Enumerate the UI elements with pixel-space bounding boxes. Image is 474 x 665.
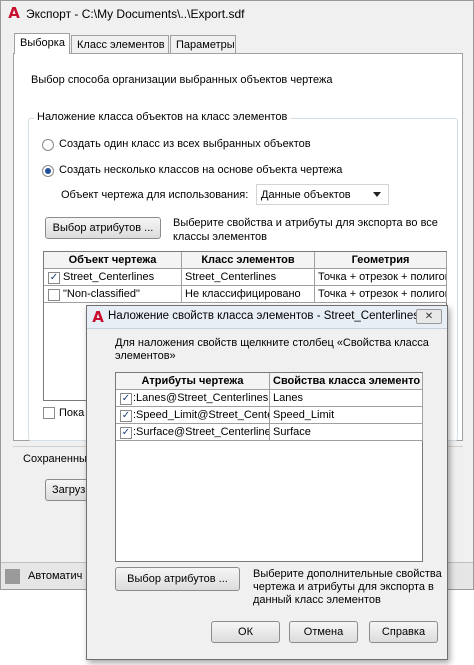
cancel-button[interactable]: Отмена	[289, 621, 358, 643]
ok-button[interactable]: ОК	[211, 621, 280, 643]
intro-text: Выбор способа организации выбранных объе…	[31, 74, 333, 86]
show-checkbox-label: Пока	[59, 407, 85, 419]
saved-settings-label: Сохраненны	[23, 453, 87, 465]
row-class-cell[interactable]: Street_Centerlines	[182, 269, 315, 286]
tab-selection[interactable]: Выборка	[14, 33, 70, 54]
close-icon[interactable]: ✕	[416, 309, 442, 324]
status-square-icon	[5, 569, 20, 584]
dialog-instruction: Для наложения свойств щелкните столбец «…	[115, 337, 429, 362]
tab-options[interactable]: Параметры	[170, 35, 236, 54]
window-title: Экспорт - C:\My Documents\..\Export.sdf	[26, 7, 245, 21]
help-button[interactable]: Справка	[369, 621, 438, 643]
col-header-properties[interactable]: Свойства класса элементо	[270, 373, 423, 390]
row-checkbox[interactable]: ✓	[120, 427, 132, 439]
table-row[interactable]: :Speed_Limit@Street_Center ✓ Speed_Limit	[116, 407, 423, 424]
table-row[interactable]: "Non-classified" Не классифицировано Точ…	[44, 286, 447, 303]
select-attributes-button[interactable]: Выбор атрибутов ...	[115, 567, 240, 591]
drawing-object-label: Объект чертежа для использования:	[61, 189, 249, 201]
row-property-cell[interactable]: Surface	[270, 424, 423, 441]
mapping-group-title: Наложение класса объектов на класс элеме…	[34, 111, 291, 123]
select-attributes-hint: Выберите свойства и атрибуты для экспорт…	[173, 217, 438, 243]
row-class-cell[interactable]: Не классифицировано	[182, 286, 315, 303]
autocad-logo-icon: A	[8, 4, 20, 22]
table-row[interactable]: Street_Centerlines ✓ Street_Centerlines …	[44, 269, 447, 286]
dialog-title: Наложение свойств класса элементов - Str…	[108, 310, 419, 322]
row-property-cell[interactable]: Lanes	[270, 390, 423, 407]
title-bar[interactable]: A Экспорт - C:\My Documents\..\Export.sd…	[1, 1, 473, 27]
drawing-object-dropdown[interactable]: Данные объектов	[256, 184, 389, 205]
show-checkbox[interactable]	[43, 407, 55, 419]
table-row[interactable]: :Lanes@Street_Centerlines ✓ Lanes	[116, 390, 423, 407]
table-row[interactable]: :Surface@Street_Centerline ✓ Surface	[116, 424, 423, 441]
radio-multiple-classes[interactable]	[42, 165, 54, 177]
row-geometry-cell: Точка + отрезок + полигон	[315, 286, 447, 303]
chevron-down-icon	[373, 192, 381, 197]
status-text: Автоматич	[28, 570, 83, 582]
attributes-table: Атрибуты чертежа Свойства класса элемент…	[115, 372, 423, 562]
col-header-object[interactable]: Объект чертежа	[44, 252, 182, 269]
row-attribute-cell: :Surface@Street_Centerline	[116, 424, 270, 441]
dialog-title-bar[interactable]: A Наложение свойств класса элементов - S…	[87, 306, 447, 329]
col-header-attributes[interactable]: Атрибуты чертежа	[116, 373, 270, 390]
autocad-logo-icon: A	[92, 308, 104, 326]
row-attribute-cell: :Speed_Limit@Street_Center	[116, 407, 270, 424]
row-geometry-cell: Точка + отрезок + полигон	[315, 269, 447, 286]
row-object-cell: "Non-classified"	[44, 286, 182, 303]
col-header-class[interactable]: Класс элементов	[182, 252, 315, 269]
col-header-geometry[interactable]: Геометрия	[315, 252, 447, 269]
row-checkbox[interactable]	[48, 289, 60, 301]
select-attributes-hint: Выберите дополнительные свойства чертежа…	[253, 568, 442, 606]
row-attribute-cell: :Lanes@Street_Centerlines	[116, 390, 270, 407]
row-object-cell: Street_Centerlines	[44, 269, 182, 286]
property-mapping-dialog: A Наложение свойств класса элементов - S…	[86, 305, 448, 660]
select-attributes-button[interactable]: Выбор атрибутов ...	[45, 217, 161, 239]
radio-multiple-label: Создать несколько классов на основе объе…	[59, 164, 343, 176]
row-checkbox[interactable]: ✓	[120, 393, 132, 405]
tab-feature-class[interactable]: Класс элементов	[71, 35, 169, 54]
radio-single-class[interactable]	[42, 139, 54, 151]
row-property-cell[interactable]: Speed_Limit	[270, 407, 423, 424]
dropdown-value: Данные объектов	[261, 189, 351, 201]
row-checkbox[interactable]: ✓	[48, 272, 60, 284]
row-checkbox[interactable]: ✓	[120, 410, 132, 422]
radio-single-label: Создать один класс из всех выбранных объ…	[59, 138, 311, 150]
